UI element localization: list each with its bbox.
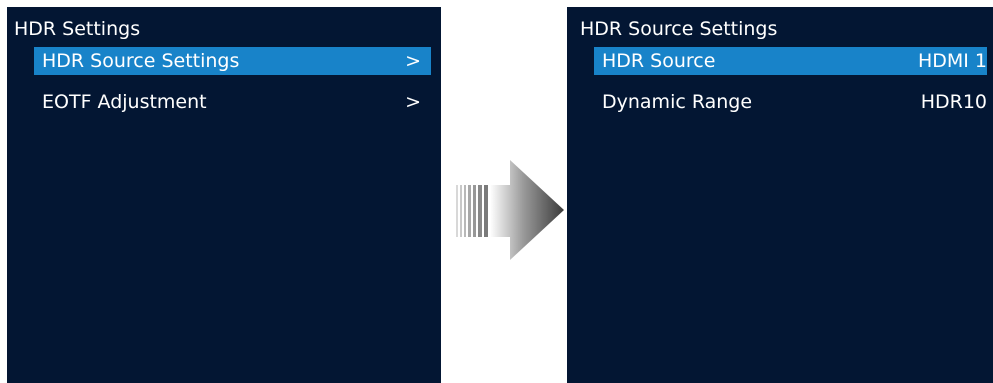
menu-item-label: Dynamic Range (602, 91, 753, 113)
chevron-right-icon: > (405, 91, 421, 113)
hdr-source-settings-menu: HDR Source Settings HDR Source HDMI 1 Dy… (567, 7, 993, 383)
hdr-settings-menu: HDR Settings HDR Source Settings > EOTF … (7, 7, 441, 383)
menu-title: HDR Source Settings (580, 18, 778, 40)
hdr-source-value: HDMI 1 (917, 50, 987, 72)
dynamic-range-value: HDR10 (920, 91, 987, 113)
right-arrow-icon (456, 160, 566, 260)
menu-item-hdr-source-settings[interactable]: HDR Source Settings > (34, 47, 431, 75)
menu-item-label: EOTF Adjustment (42, 91, 207, 113)
menu-item-label: HDR Source (602, 50, 716, 72)
menu-title: HDR Settings (14, 18, 141, 40)
menu-item-hdr-source[interactable]: HDR Source HDMI 1 (594, 47, 987, 75)
menu-item-eotf-adjustment[interactable]: EOTF Adjustment > (34, 88, 431, 116)
menu-item-label: HDR Source Settings (42, 50, 240, 72)
menu-item-dynamic-range[interactable]: Dynamic Range HDR10 (594, 88, 987, 116)
chevron-right-icon: > (405, 50, 421, 72)
